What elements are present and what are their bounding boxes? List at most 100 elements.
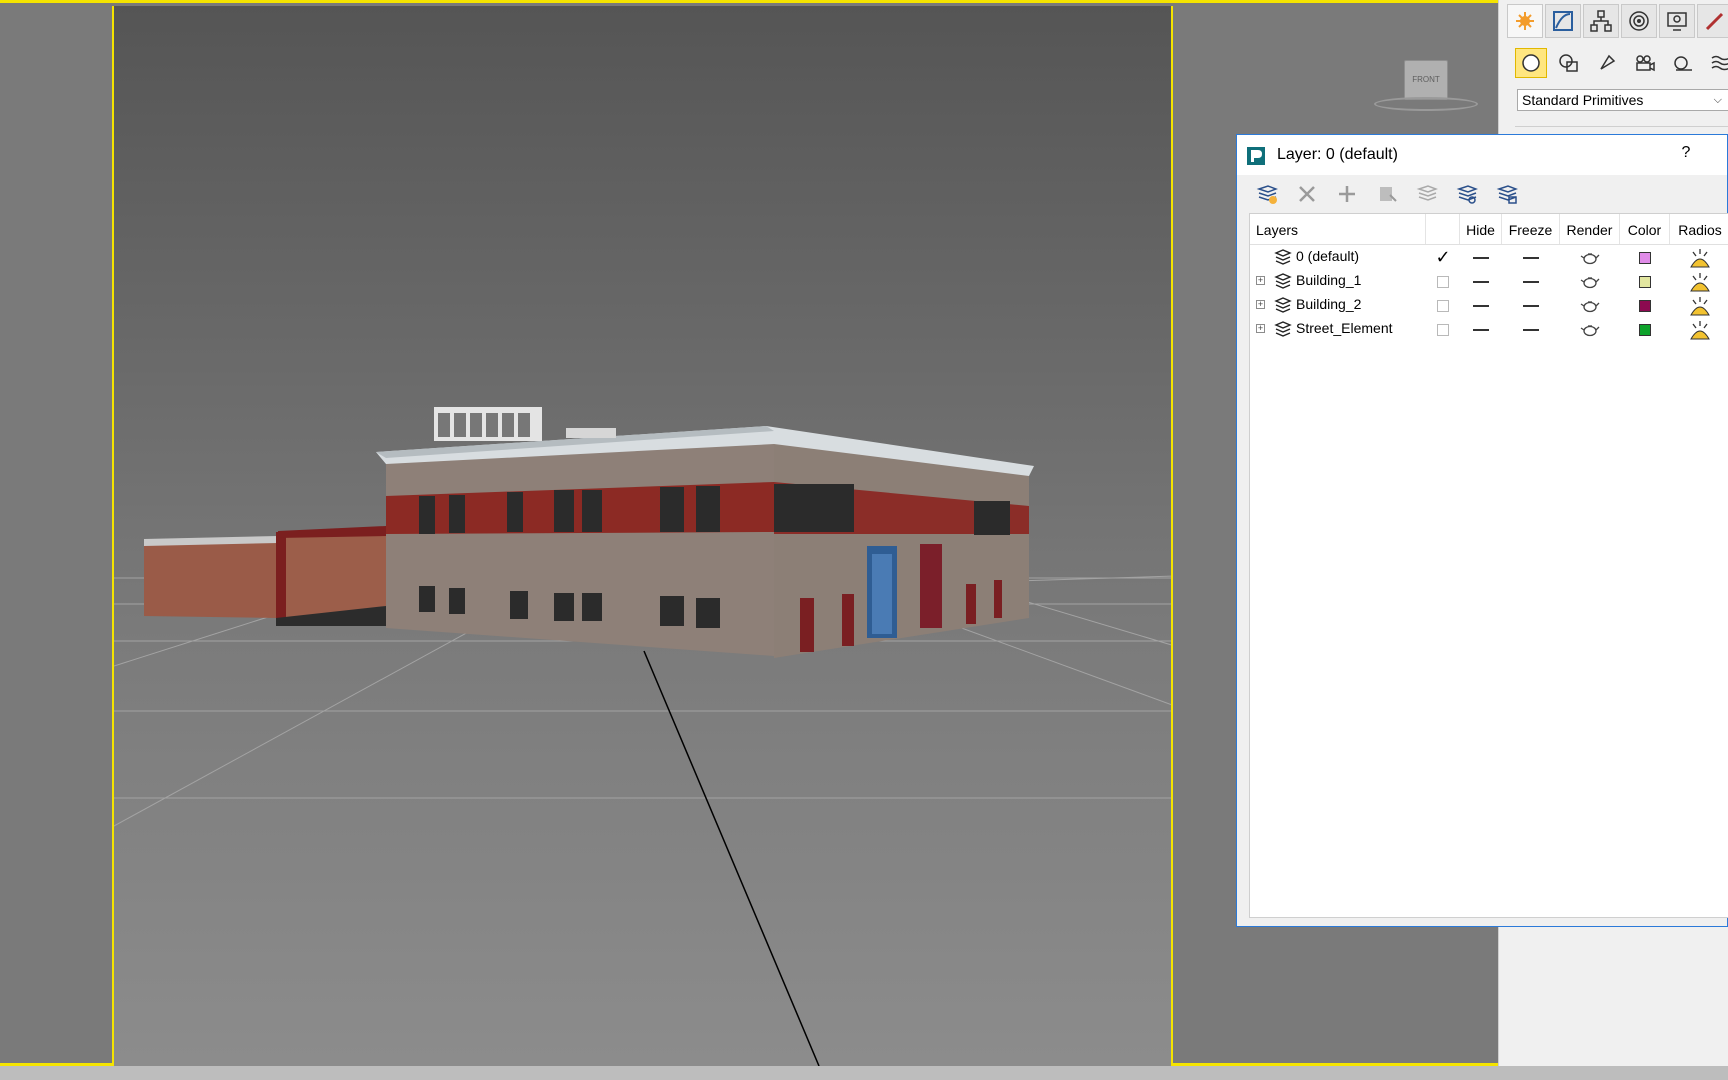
radiosity-toggle[interactable] xyxy=(1670,317,1728,342)
helpers-icon xyxy=(1674,56,1692,71)
expand-toggle[interactable]: + xyxy=(1256,276,1265,285)
column-hide[interactable]: Hide xyxy=(1460,214,1502,244)
help-button[interactable]: ? xyxy=(1673,144,1699,166)
current-layer-cell[interactable] xyxy=(1426,317,1460,342)
spacewarps-button[interactable] xyxy=(1705,48,1728,78)
column-render[interactable]: Render xyxy=(1560,214,1620,244)
object-type-value: Standard Primitives xyxy=(1522,92,1644,108)
radiosity-icon xyxy=(1690,272,1710,291)
layer-stack-icon xyxy=(1274,249,1292,265)
viewcube-compass-ring[interactable] xyxy=(1374,97,1478,111)
freeze-state xyxy=(1523,328,1539,331)
app-logo-icon xyxy=(1247,147,1265,165)
color-cell[interactable] xyxy=(1620,317,1670,342)
command-panel-tabs xyxy=(1507,4,1728,38)
column-current[interactable] xyxy=(1426,214,1460,244)
layer-name: Street_Element xyxy=(1296,320,1393,336)
object-type-dropdown[interactable]: Standard Primitives ⌵ xyxy=(1517,89,1728,111)
freeze-toggle[interactable] xyxy=(1502,245,1560,270)
teapot-icon xyxy=(1580,300,1600,312)
layer-color-swatch[interactable] xyxy=(1639,251,1651,264)
create-layer-icon xyxy=(1256,185,1278,204)
current-layer-checkbox[interactable] xyxy=(1437,299,1449,312)
layer-color-swatch[interactable] xyxy=(1639,323,1651,336)
hide-toggle[interactable] xyxy=(1460,293,1502,318)
current-layer-cell[interactable]: ✓ xyxy=(1426,245,1460,270)
hide-freeze-button[interactable] xyxy=(1493,180,1521,208)
spacewarps-icon xyxy=(1711,55,1728,71)
geometry-button[interactable] xyxy=(1515,48,1547,78)
viewcube[interactable]: FRONT xyxy=(1404,60,1448,100)
color-cell[interactable] xyxy=(1620,245,1670,270)
hide-state xyxy=(1473,328,1489,331)
color-cell[interactable] xyxy=(1620,269,1670,294)
lights-button[interactable] xyxy=(1591,48,1623,78)
column-freeze[interactable]: Freeze xyxy=(1502,214,1560,244)
layer-color-swatch[interactable] xyxy=(1639,299,1651,312)
layer-row-building-2[interactable]: + Building_2 xyxy=(1250,293,1728,318)
color-cell[interactable] xyxy=(1620,293,1670,318)
hide-freeze-icon xyxy=(1496,185,1518,204)
column-layers[interactable]: Layers xyxy=(1250,214,1426,244)
layer-row-street-element[interactable]: + Street_Element xyxy=(1250,317,1728,342)
display-icon xyxy=(1667,12,1687,31)
layer-row-building-1[interactable]: + Building_1 xyxy=(1250,269,1728,294)
cameras-button[interactable] xyxy=(1629,48,1661,78)
expand-toggle[interactable]: + xyxy=(1256,300,1265,309)
radiosity-icon xyxy=(1690,248,1710,267)
freeze-toggle[interactable] xyxy=(1502,269,1560,294)
hierarchy-tab[interactable] xyxy=(1583,4,1619,38)
radiosity-toggle[interactable] xyxy=(1670,269,1728,294)
modify-tab[interactable] xyxy=(1545,4,1581,38)
layer-row-0-default[interactable]: 0 (default) ✓ xyxy=(1250,245,1728,270)
current-layer-cell[interactable] xyxy=(1426,293,1460,318)
select-layer-icon xyxy=(1416,185,1438,201)
layer-table: Layers Hide Freeze Render Color Radios 0… xyxy=(1249,213,1728,918)
radiosity-toggle[interactable] xyxy=(1670,293,1728,318)
render-toggle[interactable] xyxy=(1560,293,1620,318)
radiosity-toggle[interactable] xyxy=(1670,245,1728,270)
delete-layer-button[interactable] xyxy=(1293,180,1321,208)
current-layer-checkbox[interactable] xyxy=(1437,323,1449,336)
hide-toggle[interactable] xyxy=(1460,269,1502,294)
axis-line xyxy=(643,650,820,1066)
utilities-icon xyxy=(1705,12,1724,31)
dialog-titlebar[interactable]: Layer: 0 (default) ? xyxy=(1237,135,1727,175)
current-layer-checkbox[interactable] xyxy=(1437,275,1449,288)
layer-color-swatch[interactable] xyxy=(1639,275,1651,288)
motion-icon xyxy=(1629,11,1649,31)
render-toggle[interactable] xyxy=(1560,245,1620,270)
motion-tab[interactable] xyxy=(1621,4,1657,38)
select-objects-button[interactable] xyxy=(1373,180,1401,208)
helpers-button[interactable] xyxy=(1667,48,1699,78)
layer-name: Building_2 xyxy=(1296,296,1362,312)
column-color[interactable]: Color xyxy=(1620,214,1670,244)
layer-table-header: Layers Hide Freeze Render Color Radios xyxy=(1250,214,1728,245)
utilities-tab[interactable] xyxy=(1697,4,1728,38)
layer-toolbar xyxy=(1253,180,1521,208)
cameras-icon xyxy=(1636,55,1655,72)
freeze-toggle[interactable] xyxy=(1502,317,1560,342)
layer-explorer-dialog: Layer: 0 (default) ? Layers Hide Freeze … xyxy=(1236,134,1728,927)
render-toggle[interactable] xyxy=(1560,317,1620,342)
freeze-state xyxy=(1523,256,1539,259)
create-layer-button[interactable] xyxy=(1253,180,1281,208)
shapes-button[interactable] xyxy=(1553,48,1585,78)
render-toggle[interactable] xyxy=(1560,269,1620,294)
display-tab[interactable] xyxy=(1659,4,1695,38)
layer-name: 0 (default) xyxy=(1296,248,1360,264)
select-layer-button[interactable] xyxy=(1413,180,1441,208)
create-tab[interactable] xyxy=(1507,4,1543,38)
teapot-icon xyxy=(1580,252,1600,264)
radiosity-icon xyxy=(1690,320,1710,339)
freeze-toggle[interactable] xyxy=(1502,293,1560,318)
lights-icon xyxy=(1600,54,1616,70)
layer-properties-button[interactable] xyxy=(1453,180,1481,208)
checkmark-icon: ✓ xyxy=(1435,247,1451,267)
hide-toggle[interactable] xyxy=(1460,317,1502,342)
add-to-layer-button[interactable] xyxy=(1333,180,1361,208)
current-layer-cell[interactable] xyxy=(1426,269,1460,294)
column-radiosity[interactable]: Radios xyxy=(1670,214,1728,244)
hide-toggle[interactable] xyxy=(1460,245,1502,270)
expand-toggle[interactable]: + xyxy=(1256,324,1265,333)
